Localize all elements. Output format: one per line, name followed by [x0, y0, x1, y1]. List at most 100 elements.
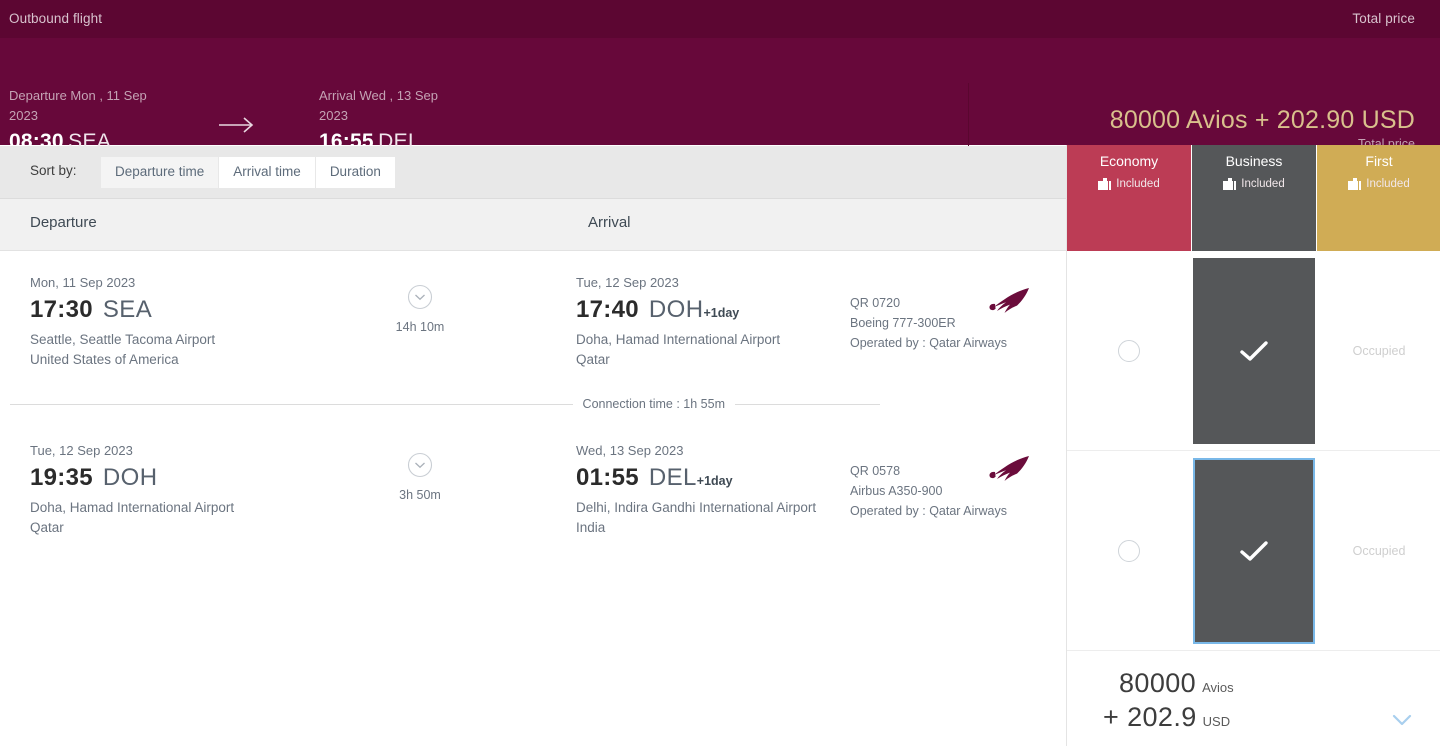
leg-arrival-time: 01:55 — [576, 464, 639, 491]
cabin-header-first[interactable]: First Included — [1317, 145, 1440, 251]
leg-duration-text: 3h 50m — [399, 488, 441, 502]
leg-flight-info: QR 0578 Airbus A350-900 Operated by : Qa… — [850, 461, 1007, 521]
leg-departure-country: United States of America — [30, 352, 179, 367]
chevron-down-icon[interactable] — [1391, 713, 1413, 727]
column-header-arrival: Arrival — [588, 214, 631, 231]
cabin-cell-economy[interactable] — [1067, 251, 1191, 450]
itinerary-list: Mon, 11 Sep 2023 17:30 SEA Seattle, Seatt… — [0, 251, 1066, 746]
leg-arrival-country: Qatar — [576, 352, 610, 367]
cabin-cell-business[interactable] — [1192, 251, 1316, 450]
leg-departure-airport: Seattle, Seattle Tacoma Airport — [30, 332, 216, 347]
cabin-header-business-label: Business — [1225, 153, 1283, 169]
leg-arrival-country: India — [576, 520, 606, 535]
sort-by-label: Sort by: — [30, 163, 77, 178]
leg-departure: Tue, 12 Sep 2023 19:35 DOH Doha, Hamad In… — [30, 441, 360, 538]
business-select-tile[interactable] — [1193, 257, 1315, 444]
sort-button-departure-time[interactable]: Departure time — [101, 157, 219, 188]
clock-chevron-icon — [407, 452, 433, 478]
leg-flight-number: QR 0578 — [850, 464, 901, 478]
baggage-icon — [1348, 178, 1362, 190]
economy-radio[interactable] — [1118, 339, 1140, 362]
sort-bar: Sort by: Departure time Arrival time Dur… — [0, 146, 1066, 199]
header-arrival-year: 2023 — [319, 108, 348, 123]
sort-options: Departure time Arrival time Duration — [101, 157, 395, 188]
leg-arrival-date: Wed, 13 Sep 2023 — [576, 443, 684, 458]
check-icon — [1240, 340, 1268, 361]
leg-duration: 14h 10m — [380, 284, 460, 334]
baggage-icon — [1223, 178, 1237, 190]
qatar-airways-oryx-logo — [989, 456, 1029, 481]
cabin-cell-first: Occupied — [1317, 251, 1440, 450]
sort-button-arrival-time[interactable]: Arrival time — [219, 157, 315, 188]
outbound-flight-label: Outbound flight — [9, 11, 103, 26]
selected-price-points: 80000 — [1119, 668, 1197, 698]
check-icon — [1240, 540, 1268, 561]
connection-line-left — [10, 403, 573, 405]
cabin-header-first-baggage: Included — [1317, 178, 1440, 190]
selected-price-points-line: 80000 Avios — [1119, 668, 1234, 699]
leg-departure-date: Tue, 12 Sep 2023 — [30, 443, 133, 458]
cabin-header-business-baggage-label: Included — [1241, 178, 1285, 190]
cabin-cell-first: Occupied — [1317, 451, 1440, 650]
leg-flight-number: QR 0720 — [850, 296, 901, 310]
selected-price-cash-unit: USD — [1202, 714, 1231, 729]
selected-price-cash-line: + 202.9 USD — [1103, 702, 1230, 733]
leg-departure-code: SEA — [102, 296, 153, 323]
economy-radio[interactable] — [1118, 539, 1140, 562]
leg-arrival: Tue, 12 Sep 2023 17:40 DOH+1day Doha, Ham… — [576, 273, 826, 370]
leg-arrival-plus-day: +1day — [696, 474, 733, 488]
cabin-header-business[interactable]: Business Included — [1192, 145, 1316, 251]
selected-price-footer: 80000 Avios + 202.9 USD — [1067, 660, 1440, 746]
leg-arrival-code: DEL — [648, 464, 697, 491]
sort-button-duration[interactable]: Duration — [315, 157, 395, 188]
cabin-header-economy[interactable]: Economy Included — [1067, 145, 1191, 251]
leg-arrival-date: Tue, 12 Sep 2023 — [576, 275, 679, 290]
connection-time-text: Connection time : 1h 55m — [582, 397, 725, 411]
leg-operated-by: Operated by : Qatar Airways — [850, 336, 1008, 350]
business-select-tile[interactable] — [1193, 457, 1315, 644]
cabin-cell-business[interactable] — [1192, 451, 1316, 650]
selected-price-cash: + 202.9 — [1103, 702, 1197, 732]
leg-aircraft: Boeing 777-300ER — [850, 316, 956, 330]
clock-chevron-icon — [407, 284, 433, 310]
leg-departure-time: 19:35 — [30, 464, 93, 491]
arrow-right-icon — [219, 117, 254, 133]
header-departure-year: 2023 — [9, 108, 38, 123]
total-price-label-top: Total price — [1352, 11, 1415, 26]
cabin-header-first-baggage-label: Included — [1366, 178, 1410, 190]
leg-departure-date: Mon, 11 Sep 2023 — [30, 275, 136, 290]
cabin-header-economy-baggage: Included — [1067, 178, 1191, 190]
leg-departure-code: DOH — [102, 464, 158, 491]
first-occupied-label: Occupied — [1352, 543, 1406, 558]
cabin-row: Occupied — [1067, 451, 1440, 651]
leg-departure-airport: Doha, Hamad International Airport — [30, 500, 235, 515]
leg-flight-info: QR 0720 Boeing 777-300ER Operated by : Q… — [850, 293, 1007, 353]
leg-operated-by: Operated by : Qatar Airways — [850, 504, 1008, 518]
cabin-header-business-baggage: Included — [1192, 178, 1316, 190]
leg-arrival: Wed, 13 Sep 2023 01:55 DEL+1day Delhi, In… — [576, 441, 826, 538]
leg-arrival-airport: Doha, Hamad International Airport — [576, 332, 781, 347]
connection-time-row: Connection time : 1h 55m — [10, 394, 880, 414]
connection-line-right — [735, 403, 880, 405]
header-arrival-date: Arrival Wed , 13 Sep — [319, 88, 438, 103]
leg-departure-country: Qatar — [30, 520, 64, 535]
leg-duration: 3h 50m — [380, 452, 460, 502]
leg-arrival-time: 17:40 — [576, 296, 639, 323]
header-topbar: Outbound flight Total price — [0, 0, 1440, 38]
column-header-departure: Departure — [30, 214, 97, 231]
flight-leg: Tue, 12 Sep 2023 19:35 DOH Doha, Hamad In… — [0, 426, 1066, 576]
flight-leg: Mon, 11 Sep 2023 17:30 SEA Seattle, Seatt… — [0, 251, 1066, 391]
leg-arrival-code: DOH — [648, 296, 704, 323]
leg-duration-text: 14h 10m — [395, 320, 445, 334]
first-occupied-label: Occupied — [1352, 343, 1406, 358]
cabin-selection-panel: Economy Included Business Included First… — [1066, 145, 1440, 746]
leg-arrival-plus-day: +1day — [703, 306, 740, 320]
cabin-header-first-label: First — [1365, 153, 1393, 169]
itinerary-column-headers: Departure Arrival — [0, 199, 1066, 251]
leg-arrival-airport: Delhi, Indira Gandhi International Airpo… — [576, 500, 817, 515]
cabin-cell-economy[interactable] — [1067, 451, 1191, 650]
header-summary-band: Departure Mon , 11 Sep 2023 08:30 SEA Se… — [0, 38, 1440, 177]
cabin-header-economy-baggage-label: Included — [1116, 178, 1160, 190]
leg-aircraft: Airbus A350-900 — [850, 484, 943, 498]
cabin-header-economy-label: Economy — [1099, 153, 1159, 169]
